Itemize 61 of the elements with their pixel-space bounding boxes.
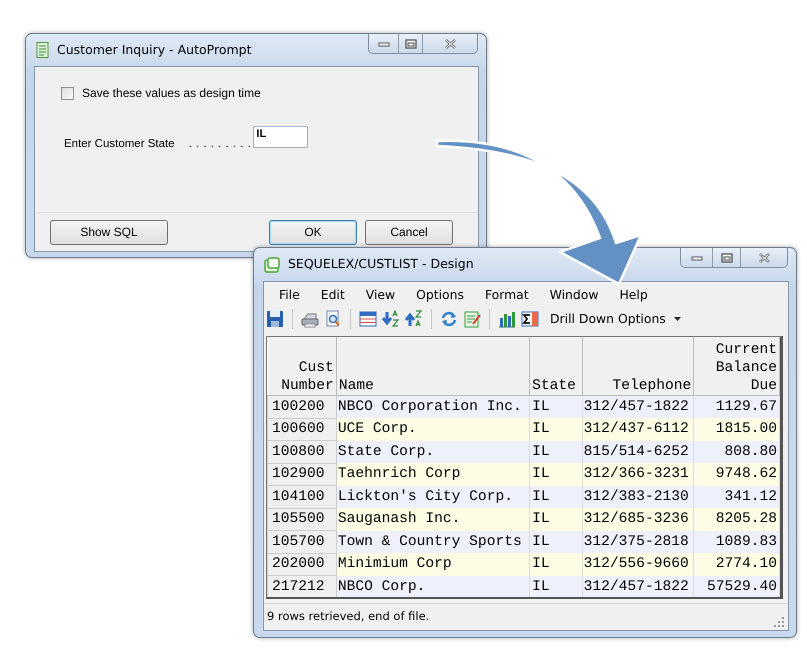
save-icon[interactable] xyxy=(266,310,284,328)
menu-item[interactable]: Options xyxy=(405,286,474,304)
state-field[interactable]: IL xyxy=(253,126,308,148)
grid-icon[interactable] xyxy=(359,310,377,328)
window-title: Customer Inquiry - AutoPrompt xyxy=(57,40,252,59)
table-cell: 57529.40 xyxy=(694,576,780,598)
menu-item[interactable]: Format xyxy=(474,286,539,304)
menu-item[interactable]: Edit xyxy=(310,286,355,304)
bar-chart-icon[interactable] xyxy=(498,310,516,328)
row-header: 104100 xyxy=(268,486,336,508)
maximize-button[interactable] xyxy=(713,248,741,267)
row-header: 102900 xyxy=(268,463,336,486)
status-text: 9 rows retrieved, end of file. xyxy=(267,608,430,626)
menu-item[interactable]: Help xyxy=(608,286,658,304)
sort-ascending-icon[interactable] xyxy=(382,310,400,328)
close-button[interactable] xyxy=(741,248,787,267)
caret-icon xyxy=(674,317,681,322)
maximize-button[interactable] xyxy=(399,34,423,53)
table-cell: 312/457-1822 xyxy=(582,576,694,598)
row-header: 202000 xyxy=(268,553,336,576)
maximize-icon xyxy=(720,252,732,262)
minimize-icon xyxy=(378,40,390,47)
dialog-button[interactable]: OK xyxy=(269,220,357,244)
sum-icon[interactable] xyxy=(521,310,539,328)
table-cell: IL xyxy=(530,576,582,598)
row-header: 100600 xyxy=(268,418,336,441)
dialog-button[interactable]: Show SQL xyxy=(50,220,168,244)
window-title: SEQUELEX/CUSTLIST - Design xyxy=(288,255,474,274)
edit-icon[interactable] xyxy=(463,310,481,328)
row-header: 100200 xyxy=(268,396,336,418)
sort-descending-icon[interactable] xyxy=(405,310,423,328)
minimize-button[interactable] xyxy=(369,34,399,53)
checkbox[interactable] xyxy=(61,86,74,100)
refresh-icon[interactable] xyxy=(440,310,458,328)
menu-item[interactable]: File xyxy=(268,286,310,304)
dialog-button[interactable]: Cancel xyxy=(365,220,453,244)
column-header[interactable]: Telephone xyxy=(582,336,694,396)
row-header: 100800 xyxy=(268,440,336,464)
menu-item[interactable]: View xyxy=(354,286,406,304)
menu-item[interactable]: Window xyxy=(538,286,608,304)
window-icon xyxy=(264,256,280,272)
dot-leader: . . . . . . . . . xyxy=(188,137,252,152)
table-cell: NBCO Corp. xyxy=(336,576,530,598)
row-header: 105500 xyxy=(268,508,336,531)
close-icon xyxy=(758,252,770,264)
minimize-button[interactable] xyxy=(681,248,713,267)
column-header[interactable]: Cust Number xyxy=(268,336,336,396)
row-header: 105700 xyxy=(268,530,336,554)
field-label: Enter Customer State xyxy=(64,137,175,152)
maximize-icon xyxy=(404,38,416,48)
dropdown-button[interactable]: Drill Down Options xyxy=(550,310,681,329)
print-preview-icon[interactable] xyxy=(324,310,342,328)
checkbox-label: Save these values as design time xyxy=(82,85,261,102)
column-header[interactable]: State xyxy=(530,336,582,396)
column-header[interactable]: Name xyxy=(336,336,530,396)
close-icon xyxy=(444,38,456,50)
minimize-icon xyxy=(690,254,702,261)
resize-grip-icon xyxy=(773,616,785,628)
column-header[interactable]: Current Balance Due xyxy=(694,336,780,396)
row-header: 217212 xyxy=(268,576,336,598)
document-icon xyxy=(36,42,49,58)
